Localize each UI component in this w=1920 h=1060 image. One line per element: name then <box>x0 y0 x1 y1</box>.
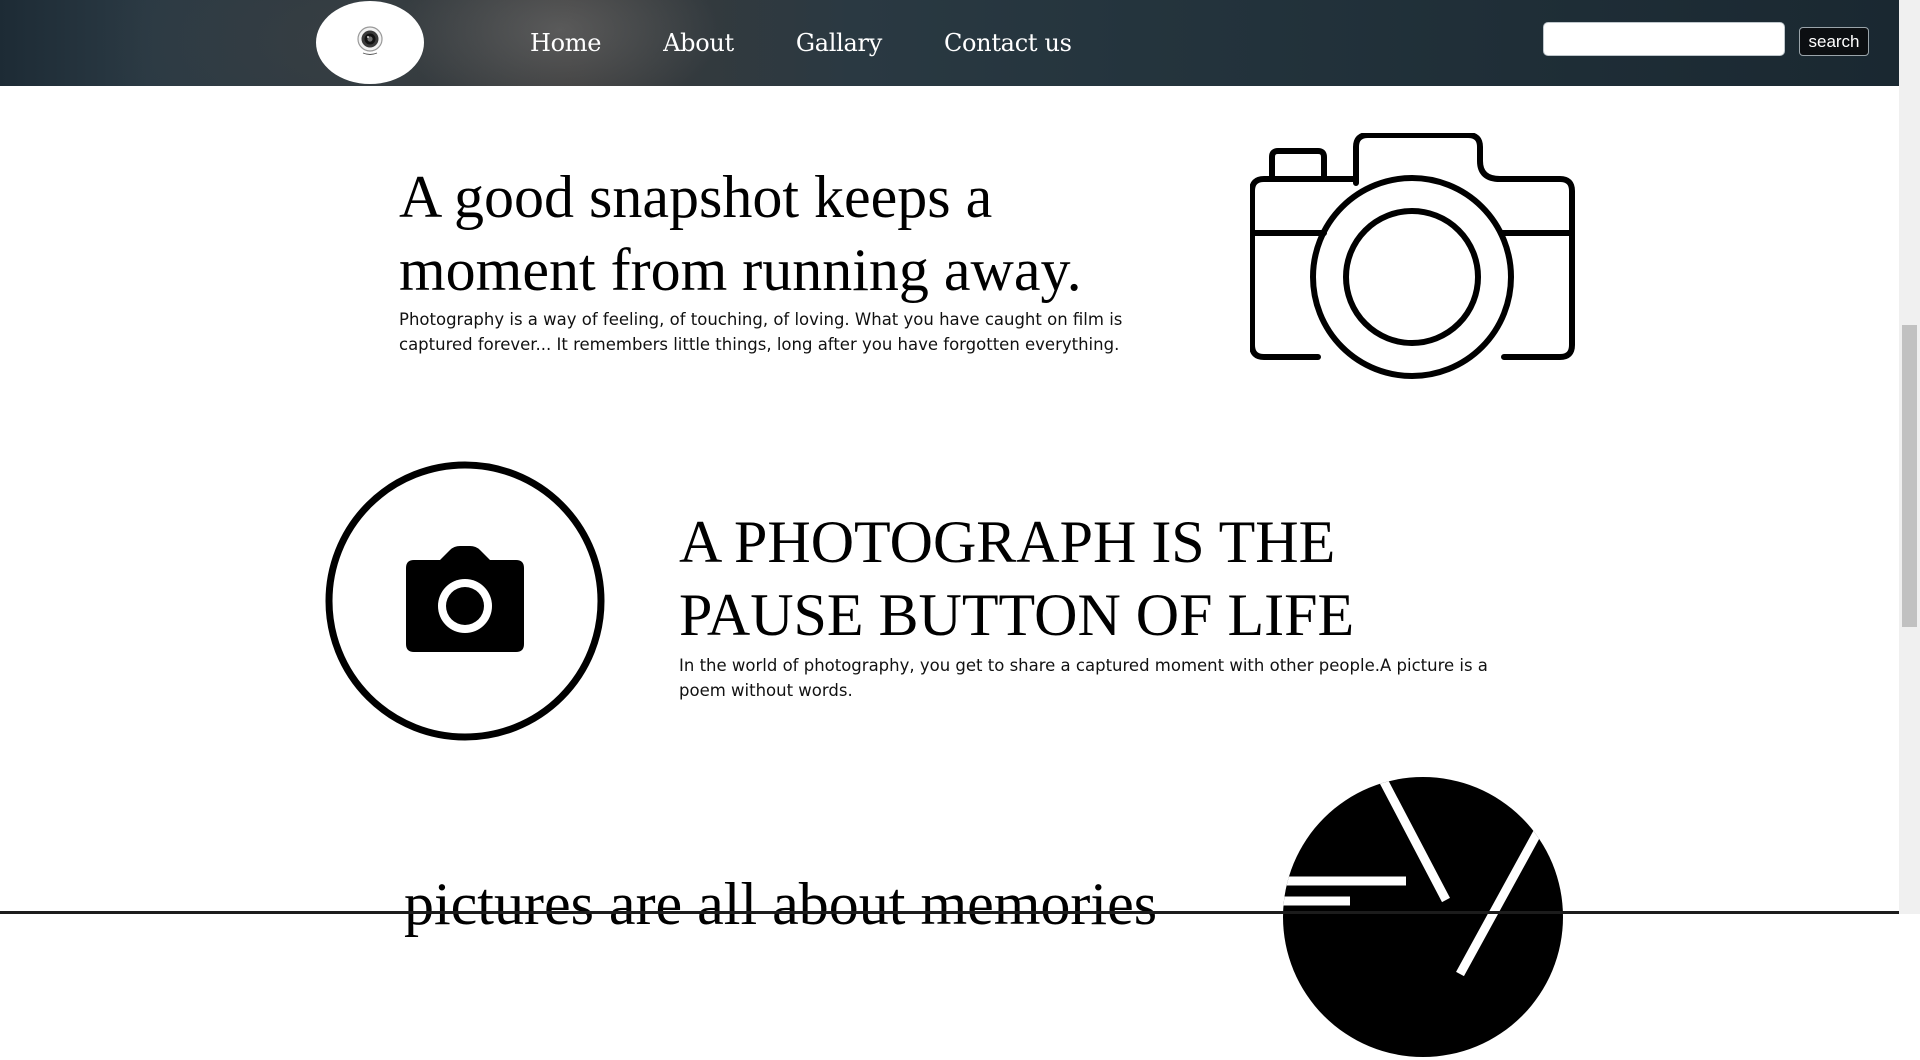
section-heading: pictures are all about memories <box>404 871 1158 937</box>
scrollbar-thumb[interactable] <box>1902 325 1917 627</box>
nav-link-contact[interactable]: Contact us <box>944 29 1072 57</box>
section-text: Photography is a way of feeling, of touc… <box>399 310 1123 354</box>
section-heading: A PHOTOGRAPH IS THE PAUSE BUTTON OF LIFE <box>679 509 1355 648</box>
search-input[interactable] <box>1543 22 1785 56</box>
section-text: In the world of photography, you get to … <box>679 656 1488 700</box>
top-navbar: Home About Gallary Contact us search <box>0 0 1899 86</box>
main-nav: Home About Gallary Contact us <box>530 0 1134 86</box>
nav-link-about[interactable]: About <box>663 29 734 57</box>
search-button[interactable]: search <box>1799 27 1869 56</box>
camera-circle-icon <box>325 461 605 741</box>
camera-outline-icon <box>1250 133 1575 379</box>
section-heading: A good snapshot keeps a moment from runn… <box>399 164 1082 303</box>
camera-lens-icon <box>357 26 383 55</box>
aperture-icon <box>1283 777 1563 1057</box>
site-logo[interactable] <box>316 1 424 84</box>
nav-link-gallery[interactable]: Gallary <box>796 29 882 57</box>
nav-link-home[interactable]: Home <box>530 29 601 57</box>
